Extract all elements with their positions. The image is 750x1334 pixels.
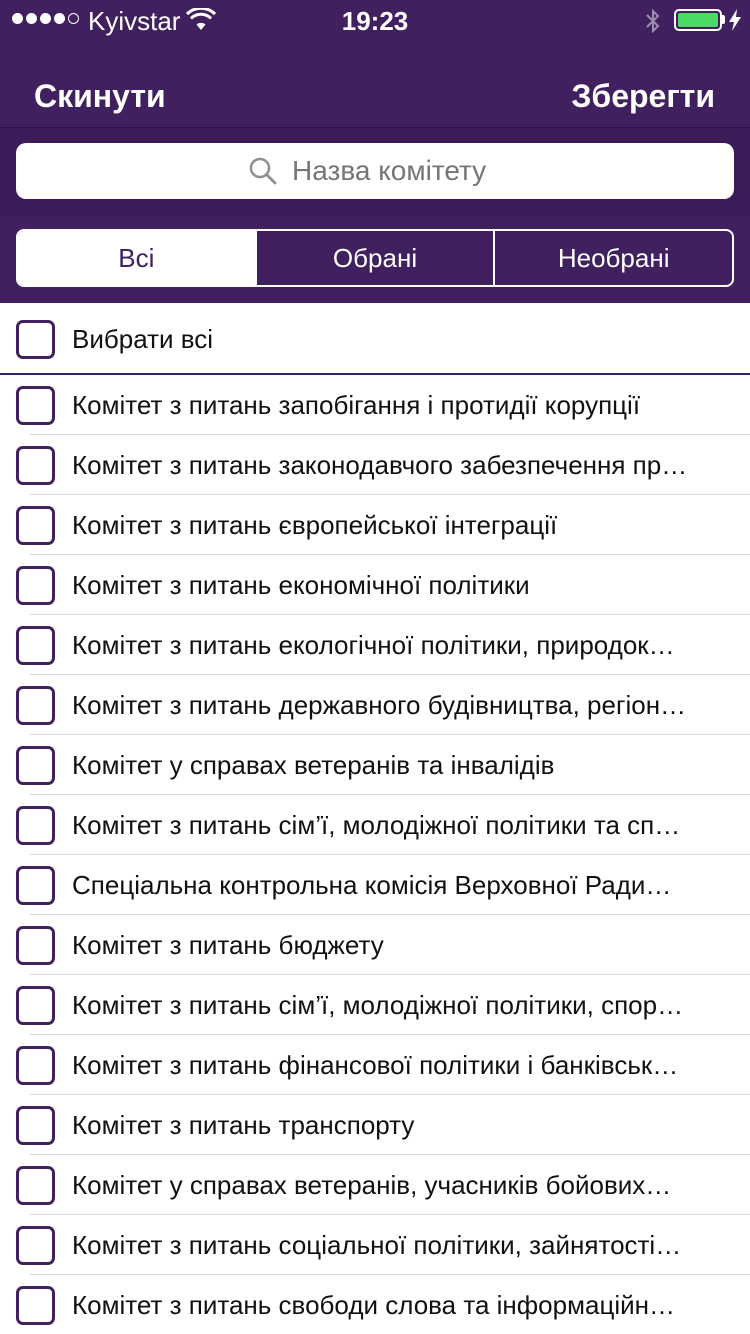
list-item[interactable]: Комітет з питань європейської інтеграції <box>0 495 750 555</box>
list-item[interactable]: Комітет у справах ветеранів, учасників б… <box>0 1155 750 1215</box>
item-label: Комітет з питань бюджету <box>72 929 384 960</box>
item-checkbox[interactable] <box>16 865 55 905</box>
item-label: Комітет з питань європейської інтеграції <box>72 509 558 540</box>
search-icon <box>249 157 277 185</box>
save-button[interactable]: Зберегти <box>571 78 715 115</box>
item-checkbox[interactable] <box>16 1165 55 1205</box>
list-item[interactable]: Комітет з питань сім’ї, молодіжної політ… <box>0 975 750 1035</box>
item-label: Комітет з питань сім’ї, молодіжної політ… <box>72 809 681 840</box>
item-label: Комітет з питань економічної політики <box>72 569 530 600</box>
list-item[interactable]: Комітет у справах ветеранів та інвалідів <box>0 735 750 795</box>
item-label: Комітет з питань соціальної політики, за… <box>72 1229 682 1260</box>
item-checkbox[interactable] <box>16 685 55 725</box>
item-checkbox[interactable] <box>16 625 55 665</box>
select-all-row[interactable]: Вибрати всі <box>0 303 750 375</box>
item-label: Комітет з питань законодавчого забезпече… <box>72 449 688 480</box>
filter-segmented-control: Всі Обрані Необрані <box>16 229 734 287</box>
item-checkbox[interactable] <box>16 565 55 605</box>
item-label: Комітет з питань свободи слова та інформ… <box>72 1289 675 1320</box>
list-item[interactable]: Комітет з питань запобігання і протидії … <box>0 375 750 435</box>
item-checkbox[interactable] <box>16 1045 55 1085</box>
list-item[interactable]: Комітет з питань державного будівництва,… <box>0 675 750 735</box>
search-area <box>0 128 750 216</box>
item-label: Комітет у справах ветеранів, учасників б… <box>72 1169 672 1200</box>
committee-list: Вибрати всі Комітет з питань запобігання… <box>0 303 750 1334</box>
status-time: 19:23 <box>341 6 409 36</box>
item-label: Комітет з питань запобігання і протидії … <box>72 389 641 420</box>
tab-unselected[interactable]: Необрані <box>493 231 732 285</box>
item-checkbox[interactable] <box>16 745 55 785</box>
item-checkbox[interactable] <box>16 805 55 845</box>
item-checkbox[interactable] <box>16 985 55 1025</box>
list-item[interactable]: Комітет з питань сім’ї, молодіжної політ… <box>0 795 750 855</box>
reset-button[interactable]: Скинути <box>34 78 166 115</box>
list-item[interactable]: Комітет з питань соціальної політики, за… <box>0 1215 750 1275</box>
search-input[interactable] <box>292 155 502 187</box>
charging-icon <box>729 9 741 31</box>
list-item[interactable]: Комітет з питань свободи слова та інформ… <box>0 1275 750 1334</box>
item-label: Спеціальна контрольна комісія Верховної … <box>72 869 672 900</box>
item-label: Комітет з питань транспорту <box>72 1109 415 1140</box>
status-bar: Kyivstar 19:23 <box>0 0 750 40</box>
navigation-bar: Скинути Зберегти <box>0 60 750 128</box>
list-item[interactable]: Комітет з питань бюджету <box>0 915 750 975</box>
bluetooth-icon <box>646 8 660 34</box>
item-checkbox[interactable] <box>16 1105 55 1145</box>
select-all-checkbox[interactable] <box>16 319 55 359</box>
item-checkbox[interactable] <box>16 445 55 485</box>
select-all-label: Вибрати всі <box>72 323 214 354</box>
tab-unselected-label: Необрані <box>557 242 670 273</box>
item-label: Комітет з питань сім’ї, молодіжної політ… <box>72 989 684 1020</box>
list-item[interactable]: Комітет з питань економічної політики <box>0 555 750 615</box>
list-item[interactable]: Комітет з питань екологічної політики, п… <box>0 615 750 675</box>
list-item[interactable]: Спеціальна контрольна комісія Верховної … <box>0 855 750 915</box>
app-header: Kyivstar 19:23 Скинути Зберегти Назва ко… <box>0 0 750 303</box>
item-checkbox[interactable] <box>16 505 55 545</box>
search-box[interactable] <box>16 143 734 199</box>
item-label: Комітет з питань державного будівництва,… <box>72 689 687 720</box>
item-checkbox[interactable] <box>16 1285 55 1325</box>
item-checkbox[interactable] <box>16 385 55 425</box>
item-label: Комітет з питань екологічної політики, п… <box>72 629 675 660</box>
list-item[interactable]: Комітет з питань законодавчого забезпече… <box>0 435 750 495</box>
list-item[interactable]: Комітет з питань транспорту <box>0 1095 750 1155</box>
item-checkbox[interactable] <box>16 1225 55 1265</box>
list-item[interactable]: Комітет з питань фінансової політики і б… <box>0 1035 750 1095</box>
battery-icon <box>674 9 722 31</box>
tab-all-label: Всі <box>118 242 155 273</box>
battery-nub <box>722 15 725 24</box>
item-checkbox[interactable] <box>16 925 55 965</box>
item-label: Комітет у справах ветеранів та інвалідів <box>72 749 555 780</box>
tab-selected[interactable]: Обрані <box>254 231 494 285</box>
item-label: Комітет з питань фінансової політики і б… <box>72 1049 679 1080</box>
tab-selected-label: Обрані <box>332 242 418 273</box>
tab-all[interactable]: Всі <box>18 231 255 285</box>
